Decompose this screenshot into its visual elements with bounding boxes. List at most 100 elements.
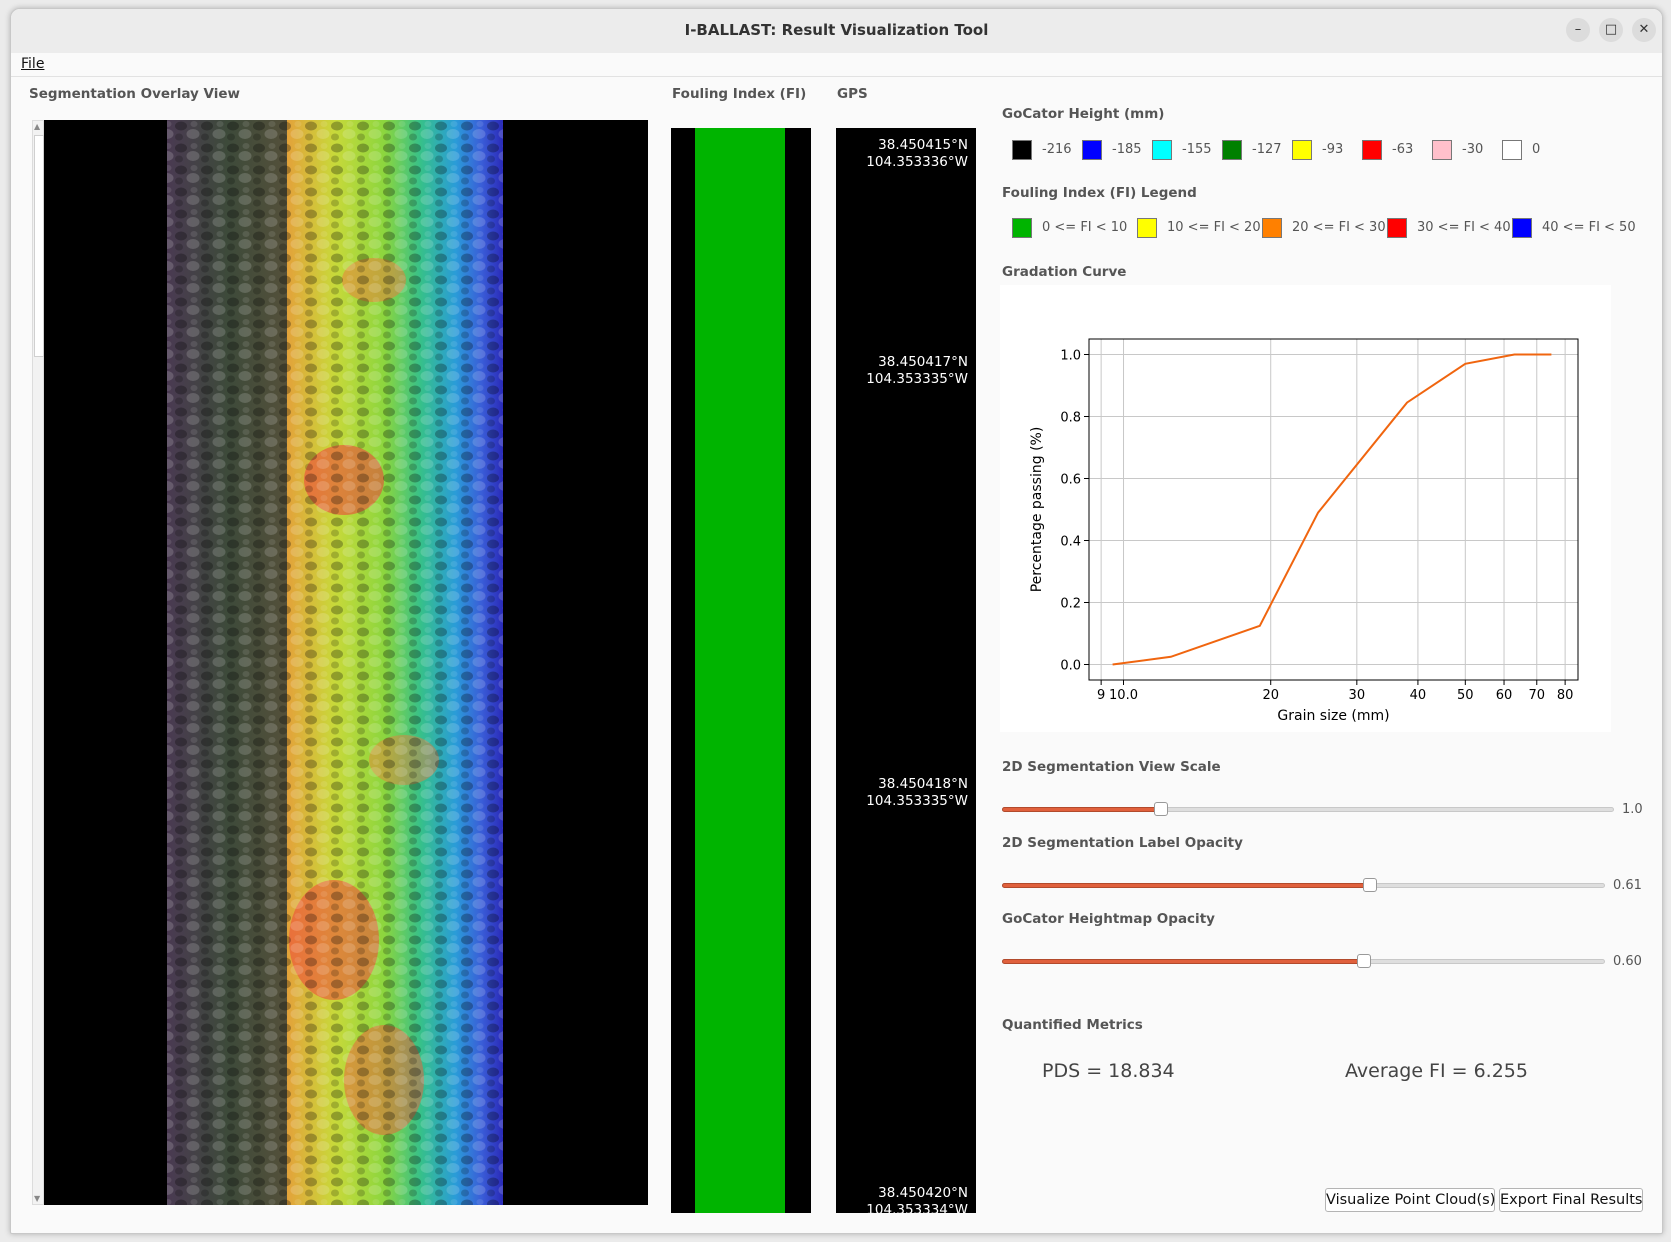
x-tick-label: 80 bbox=[1557, 688, 1574, 703]
gradation-chart: 9 10.0 20 30 40 50 60 70 80 0.0 0.2 0.4 0.6 0.8 1.0 Gra… bbox=[1000, 285, 1611, 732]
y-axis-label: Percentage passing (%) bbox=[1029, 427, 1045, 593]
x-tick-label: 30 bbox=[1349, 688, 1366, 703]
gocator-legend-swatch bbox=[1082, 140, 1102, 160]
menu-file-label: File bbox=[21, 56, 45, 72]
gocator-legend-label: -63 bbox=[1392, 142, 1414, 157]
close-icon[interactable]: ✕ bbox=[1632, 18, 1656, 42]
x-tick-label: 70 bbox=[1528, 688, 1545, 703]
export-final-results-button[interactable]: Export Final Results bbox=[1499, 1188, 1643, 1212]
gocator-legend-swatch bbox=[1502, 140, 1522, 160]
gocator-legend-label: -93 bbox=[1322, 142, 1344, 157]
slider-handle[interactable] bbox=[1363, 878, 1377, 892]
gocator-height-label: GoCator Height (mm) bbox=[1002, 106, 1165, 122]
minimize-icon[interactable]: – bbox=[1566, 18, 1590, 42]
fi-legend-label: 40 <= FI < 50 bbox=[1542, 220, 1636, 235]
fi-legend-label: 10 <= FI < 20 bbox=[1167, 220, 1261, 235]
gocator-legend-label: -30 bbox=[1462, 142, 1484, 157]
gps-entry: 38.450420°N 104.353334°W bbox=[866, 1185, 968, 1213]
scale-slider-value: 1.0 bbox=[1622, 802, 1643, 817]
gocator-legend-label: -216 bbox=[1042, 142, 1072, 157]
gps-strip: 38.450415°N 104.353336°W 38.450417°N 104… bbox=[836, 128, 976, 1213]
fouling-index-band bbox=[695, 128, 785, 1213]
gps-entry: 38.450418°N 104.353335°W bbox=[866, 776, 968, 810]
fouling-index-label: Fouling Index (FI) bbox=[672, 86, 807, 102]
y-tick-label: 0.0 bbox=[1060, 659, 1081, 674]
fi-legend-label: 30 <= FI < 40 bbox=[1417, 220, 1511, 235]
gps-entry: 38.450415°N 104.353336°W bbox=[866, 137, 968, 171]
slider-fill bbox=[1002, 959, 1364, 964]
heightmap-opacity-slider[interactable] bbox=[1002, 951, 1605, 971]
window-title: I-BALLAST: Result Visualization Tool bbox=[684, 21, 989, 39]
y-tick-label: 0.6 bbox=[1060, 473, 1081, 488]
gradation-series-line bbox=[1112, 353, 1552, 666]
fi-legend-swatch bbox=[1262, 218, 1282, 238]
label-opacity-slider-label: 2D Segmentation Label Opacity bbox=[1002, 835, 1243, 851]
fi-legend-label: 0 <= FI < 10 bbox=[1042, 220, 1128, 235]
x-tick-label: 10.0 bbox=[1109, 688, 1138, 703]
segmentation-ballast-image bbox=[44, 120, 648, 1205]
y-tick-label: 0.8 bbox=[1060, 411, 1081, 426]
gps-lat: 38.450415°N bbox=[878, 137, 968, 153]
slider-handle[interactable] bbox=[1357, 954, 1371, 968]
gps-entry: 38.450417°N 104.353335°W bbox=[866, 354, 968, 388]
x-tick-label: 20 bbox=[1262, 688, 1279, 703]
gps-lat: 38.450420°N bbox=[878, 1185, 968, 1201]
gps-lat: 38.450417°N bbox=[878, 354, 968, 370]
gradation-chart-svg: 9 10.0 20 30 40 50 60 70 80 0.0 0.2 0.4 0.6 0.8 1.0 Gra… bbox=[1029, 338, 1579, 724]
title-bar: I-BALLAST: Result Visualization Tool – □… bbox=[11, 9, 1662, 54]
segmentation-label: Segmentation Overlay View bbox=[29, 86, 240, 102]
y-tick-label: 0.2 bbox=[1060, 597, 1081, 612]
gocator-legend-swatch bbox=[1222, 140, 1242, 160]
x-tick-label: 40 bbox=[1410, 688, 1427, 703]
visualize-point-cloud-button[interactable]: Visualize Point Cloud(s) bbox=[1325, 1188, 1495, 1212]
gps-lon: 104.353335°W bbox=[866, 371, 968, 387]
scroll-up-icon[interactable]: ▲ bbox=[34, 122, 40, 131]
plot-frame bbox=[1088, 338, 1579, 681]
fi-legend-swatch bbox=[1012, 218, 1032, 238]
gocator-legend-label: -185 bbox=[1112, 142, 1142, 157]
gocator-legend-swatch bbox=[1012, 140, 1032, 160]
gocator-legend-swatch bbox=[1292, 140, 1312, 160]
gps-lon: 104.353336°W bbox=[866, 154, 968, 170]
fi-legend-swatch bbox=[1137, 218, 1157, 238]
fi-legend-swatch bbox=[1387, 218, 1407, 238]
label-opacity-slider[interactable] bbox=[1002, 875, 1605, 895]
fi-legend-label: Fouling Index (FI) Legend bbox=[1002, 185, 1197, 201]
fouling-index-strip bbox=[671, 128, 811, 1213]
scale-slider-label: 2D Segmentation View Scale bbox=[1002, 759, 1221, 775]
scrollbar-thumb[interactable] bbox=[34, 135, 44, 357]
gocator-legend-label: -155 bbox=[1182, 142, 1212, 157]
slider-fill bbox=[1002, 807, 1161, 812]
x-axis-label: Grain size (mm) bbox=[1277, 708, 1389, 724]
average-fi-metric: Average FI = 6.255 bbox=[1345, 1060, 1528, 1082]
pds-metric: PDS = 18.834 bbox=[1042, 1060, 1175, 1082]
fi-legend-label: 20 <= FI < 30 bbox=[1292, 220, 1386, 235]
y-tick-label: 1.0 bbox=[1060, 349, 1081, 364]
slider-handle[interactable] bbox=[1154, 802, 1168, 816]
heightmap-opacity-slider-label: GoCator Heightmap Opacity bbox=[1002, 911, 1215, 927]
scroll-down-icon[interactable]: ▼ bbox=[34, 1194, 40, 1203]
gradation-curve-label: Gradation Curve bbox=[1002, 264, 1127, 280]
segmentation-image bbox=[44, 120, 648, 1205]
slider-fill bbox=[1002, 883, 1370, 888]
scale-slider[interactable] bbox=[1002, 799, 1614, 819]
gocator-legend-swatch bbox=[1432, 140, 1452, 160]
gps-lon: 104.353335°W bbox=[866, 793, 968, 809]
maximize-icon[interactable]: □ bbox=[1599, 18, 1623, 42]
x-tick-label: 9 bbox=[1097, 688, 1105, 703]
gocator-legend-label: 0 bbox=[1532, 142, 1541, 157]
gocator-legend-swatch bbox=[1152, 140, 1172, 160]
menu-file[interactable]: File bbox=[21, 56, 44, 72]
gocator-legend-swatch bbox=[1362, 140, 1382, 160]
gocator-legend-label: -127 bbox=[1252, 142, 1282, 157]
gps-label: GPS bbox=[837, 86, 868, 102]
menu-bar: File bbox=[11, 53, 1662, 77]
vertical-scrollbar[interactable]: ▲ ▼ bbox=[32, 120, 44, 1205]
heightmap-opacity-slider-value: 0.60 bbox=[1613, 954, 1642, 969]
quantified-metrics-label: Quantified Metrics bbox=[1002, 1017, 1143, 1033]
x-tick-label: 50 bbox=[1457, 688, 1474, 703]
label-opacity-slider-value: 0.61 bbox=[1613, 878, 1642, 893]
x-tick-label: 60 bbox=[1496, 688, 1513, 703]
y-tick-label: 0.4 bbox=[1060, 535, 1081, 550]
segmentation-overlay-view[interactable]: ▲ ▼ bbox=[32, 120, 648, 1205]
